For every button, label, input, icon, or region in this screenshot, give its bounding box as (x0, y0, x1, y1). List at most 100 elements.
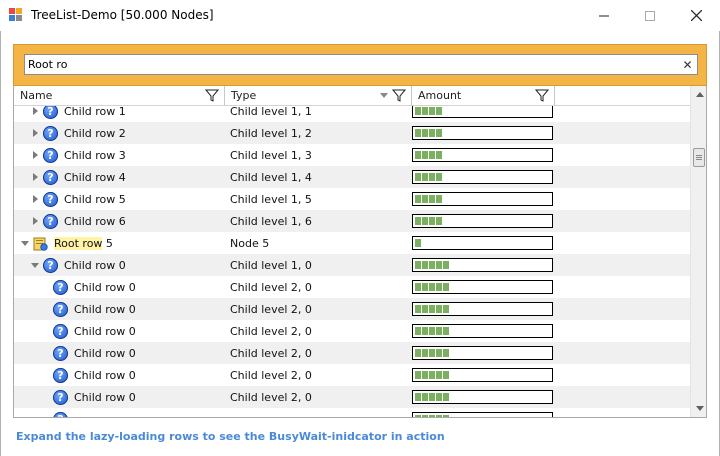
question-icon: ? (53, 301, 68, 317)
tree-row[interactable]: ? Child row 0 Child level 2, 0 (14, 386, 690, 408)
tree-rows: ? Child row 1 Child level 1, 1? Child row 2… (14, 106, 690, 417)
tree-row[interactable]: ? Child row 1 Child level 1, 1 (14, 106, 690, 122)
name-cell: ? Child row 0 (40, 364, 136, 386)
amount-bar-segment (436, 151, 442, 159)
tree-row[interactable]: ? Child row 6 Child level 1, 6 (14, 210, 690, 232)
amount-bar-segment (415, 305, 421, 313)
amount-bar (412, 126, 553, 140)
amount-bar-segment (415, 107, 421, 115)
expand-arrow-icon[interactable] (30, 194, 40, 204)
collapse-arrow-icon[interactable] (30, 260, 40, 270)
column-header-amount[interactable]: Amount (412, 86, 555, 105)
filter-icon[interactable] (392, 89, 406, 102)
row-name: Child row 0 (74, 324, 136, 338)
filter-icon[interactable] (535, 89, 549, 102)
amount-bar-segment (415, 239, 421, 247)
amount-bar (412, 324, 553, 338)
amount-bar-segment (436, 261, 442, 269)
question-icon: ? (43, 147, 58, 163)
amount-bar-segment (422, 217, 428, 225)
search-match-highlight: Root row (54, 236, 103, 250)
row-name-rest: 5 (102, 236, 113, 250)
sort-desc-icon (380, 93, 388, 98)
amount-bar-segment (415, 283, 421, 291)
collapse-arrow-icon[interactable] (20, 238, 30, 248)
tree-row[interactable]: ? Child row 3 Child level 1, 3 (14, 144, 690, 166)
tree-row[interactable]: ? Child row 0 Child level 2, 0 (14, 298, 690, 320)
amount-bar-segment (422, 107, 428, 115)
tree-row[interactable]: ? (14, 408, 690, 417)
row-name: Child row 0 (64, 258, 126, 272)
close-button[interactable] (673, 0, 719, 31)
name-cell: ? Child row 0 (40, 298, 136, 320)
amount-bar-segment (443, 393, 449, 401)
filter-icon[interactable] (205, 89, 219, 102)
amount-bar-segment (436, 107, 442, 115)
amount-bar (412, 368, 553, 382)
amount-bar-segment (422, 129, 428, 137)
question-icon: ? (43, 106, 58, 119)
row-name: Child row 0 (74, 302, 136, 316)
amount-bar-segment (443, 371, 449, 379)
amount-bar-segment (436, 283, 442, 291)
type-cell: Child level 1, 0 (230, 259, 312, 272)
question-icon: ? (53, 323, 68, 339)
amount-bar-segment (429, 107, 435, 115)
type-cell: Child level 1, 5 (230, 193, 312, 206)
scroll-up-button[interactable] (691, 86, 706, 103)
scroll-down-icon (695, 406, 704, 411)
amount-bar-segment (422, 415, 428, 417)
tree-row[interactable]: ? Child row 0 Child level 2, 0 (14, 342, 690, 364)
tree-row[interactable]: ? Child row 0 Child level 2, 0 (14, 276, 690, 298)
scroll-down-button[interactable] (691, 400, 706, 417)
expand-arrow-icon[interactable] (30, 128, 40, 138)
type-cell: Child level 2, 0 (230, 391, 312, 404)
window-border-left (0, 31, 1, 456)
expand-arrow-icon[interactable] (30, 150, 40, 160)
amount-bar-segment (415, 393, 421, 401)
column-header-name[interactable]: Name (14, 86, 225, 105)
question-icon: ? (53, 279, 68, 295)
amount-bar-segment (422, 261, 428, 269)
tree-row[interactable]: ? Child row 0 Child level 1, 0 (14, 254, 690, 276)
expander-spacer (40, 326, 50, 336)
clear-search-button[interactable]: ✕ (680, 57, 695, 72)
amount-bar (412, 412, 553, 417)
amount-bar-segment (422, 327, 428, 335)
row-name: Child row 0 (74, 280, 136, 294)
root-node-icon (33, 236, 48, 251)
amount-bar-segment (436, 415, 442, 417)
expand-arrow-icon[interactable] (30, 216, 40, 226)
name-cell: ? Child row 2 (30, 122, 126, 144)
amount-bar (412, 148, 553, 162)
amount-bar-segment (436, 371, 442, 379)
name-cell: ? Child row 0 (40, 386, 136, 408)
name-cell: ? Child row 0 (30, 254, 126, 276)
maximize-button[interactable] (627, 0, 673, 31)
tree-list: Name Type Amount ? Child row 1 Child level… (13, 86, 707, 418)
tree-row[interactable]: ? Child row 4 Child level 1, 4 (14, 166, 690, 188)
expand-arrow-icon[interactable] (30, 172, 40, 182)
tree-row[interactable]: ? Child row 2 Child level 1, 2 (14, 122, 690, 144)
scrollbar-thumb[interactable] (693, 148, 705, 167)
search-input[interactable]: Root ro ✕ (24, 54, 698, 75)
amount-bar-segment (422, 393, 428, 401)
amount-bar-segment (415, 371, 421, 379)
tree-row[interactable]: Root row 5 Node 5 (14, 232, 690, 254)
amount-bar (412, 302, 553, 316)
tree-row[interactable]: ? Child row 0 Child level 2, 0 (14, 364, 690, 386)
row-name: Child row 5 (64, 192, 126, 206)
expand-arrow-icon[interactable] (30, 106, 40, 116)
amount-bar-segment (415, 327, 421, 335)
search-input-value: Root ro (28, 58, 68, 71)
amount-bar-segment (429, 393, 435, 401)
amount-bar-segment (429, 195, 435, 203)
type-cell: Child level 1, 2 (230, 127, 312, 140)
column-header-type[interactable]: Type (225, 86, 412, 105)
vertical-scrollbar[interactable] (690, 86, 706, 417)
tree-row[interactable]: ? Child row 5 Child level 1, 5 (14, 188, 690, 210)
type-cell: Child level 1, 4 (230, 171, 312, 184)
amount-bar-segment (415, 261, 421, 269)
tree-row[interactable]: ? Child row 0 Child level 2, 0 (14, 320, 690, 342)
minimize-button[interactable] (581, 0, 627, 31)
